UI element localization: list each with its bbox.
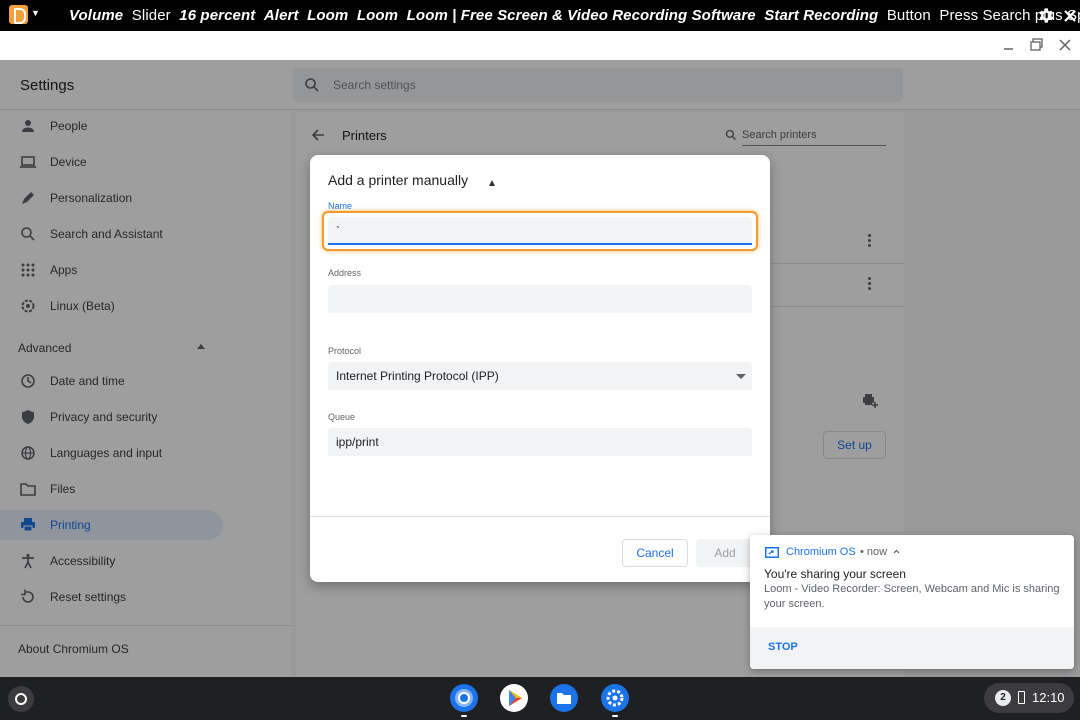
dialog-divider — [310, 516, 770, 517]
cvox-seg: Loom — [307, 7, 349, 24]
name-field[interactable]: ` — [328, 217, 752, 245]
protocol-select[interactable]: Internet Printing Protocol (IPP) — [328, 362, 752, 390]
launcher-icon[interactable] — [8, 686, 34, 712]
stop-sharing-button[interactable]: STOP — [768, 641, 798, 653]
cvox-seg: Loom | Free Screen & Video Recording Sof… — [406, 7, 756, 24]
notification-source: Chromium OS — [786, 546, 856, 558]
cvox-seg: Loom — [356, 7, 399, 24]
address-field[interactable] — [328, 285, 752, 313]
notification-body: Loom - Video Recorder: Screen, Webcam an… — [764, 583, 1060, 610]
chromevox-logo-icon[interactable] — [9, 5, 28, 24]
chromevox-menu-caret-icon[interactable]: ▼ — [31, 8, 40, 18]
dialog-title: Add a printer manually — [328, 172, 469, 188]
files-icon[interactable] — [549, 683, 579, 713]
status-tray[interactable]: 2 12:10 — [984, 683, 1074, 713]
name-label: Name — [328, 201, 353, 211]
chromevox-speech-text: Volume Slider 16 percent Alert Loom Loom… — [69, 7, 1080, 24]
maximize-icon[interactable] — [1028, 36, 1046, 54]
shelf — [0, 677, 1080, 720]
battery-icon — [1018, 691, 1025, 704]
notification-count-badge: 2 — [995, 690, 1011, 706]
chromevox-panel: ▼ Volume Slider 16 percent Alert Loom Lo… — [0, 0, 1080, 31]
cvox-seg: Slider — [131, 7, 171, 24]
window-title-bar — [0, 31, 1080, 60]
cvox-seg: Button — [886, 7, 931, 24]
cvox-seg: Start Recording — [764, 7, 879, 24]
protocol-label: Protocol — [328, 346, 362, 356]
add-printer-dialog: Add a printer manually Name ` Address Pr… — [310, 155, 770, 582]
minimize-icon[interactable] — [1000, 36, 1018, 54]
cvox-seg: Alert — [263, 7, 299, 24]
cvox-seg: 16 percent — [179, 7, 256, 24]
chevron-up-icon[interactable] — [893, 548, 900, 555]
chromevox-gear-icon[interactable] — [1036, 6, 1055, 25]
notification-title: You're sharing your screen — [764, 567, 906, 581]
chromevox-close-icon[interactable] — [1062, 5, 1078, 25]
chrome-icon[interactable] — [449, 683, 479, 713]
queue-label: Queue — [328, 412, 356, 422]
cvox-seg: Press Search plus Space to — [939, 7, 1080, 24]
running-indicator — [461, 715, 467, 717]
dropdown-arrow-icon[interactable] — [736, 374, 746, 379]
cancel-button[interactable]: Cancel — [622, 539, 688, 567]
address-label: Address — [328, 268, 362, 278]
window-close-icon[interactable] — [1056, 36, 1074, 54]
mouse-cursor-icon — [489, 180, 495, 186]
queue-field[interactable]: ipp/print — [328, 428, 752, 456]
notification-actions: STOP — [750, 627, 1074, 669]
screen-share-icon — [765, 547, 779, 558]
cvox-seg: Volume — [69, 7, 124, 24]
add-button[interactable]: Add — [696, 539, 754, 567]
screen-share-notification: Chromium OS • now You're sharing your sc… — [750, 535, 1074, 669]
running-indicator — [612, 715, 618, 717]
settings-icon[interactable] — [600, 683, 630, 713]
notification-time: • now — [860, 546, 888, 558]
play-store-icon[interactable] — [499, 683, 529, 713]
clock-time: 12:10 — [1032, 690, 1065, 705]
